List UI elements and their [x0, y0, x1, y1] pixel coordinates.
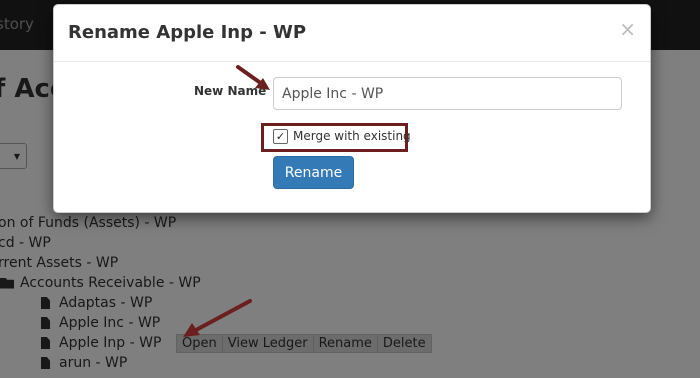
merge-label: Merge with existing: [293, 129, 411, 143]
dialog-header: Rename Apple Inp - WP ×: [54, 5, 650, 62]
new-name-label: New Name: [194, 84, 267, 98]
rename-dialog: Rename Apple Inp - WP × New Name ✓ Merge…: [53, 4, 651, 213]
close-icon[interactable]: ×: [619, 19, 636, 39]
merge-checkbox[interactable]: ✓: [273, 129, 288, 144]
new-name-input[interactable]: [273, 77, 622, 110]
rename-button[interactable]: Rename: [273, 156, 354, 189]
dialog-title: Rename Apple Inp - WP: [68, 22, 307, 43]
